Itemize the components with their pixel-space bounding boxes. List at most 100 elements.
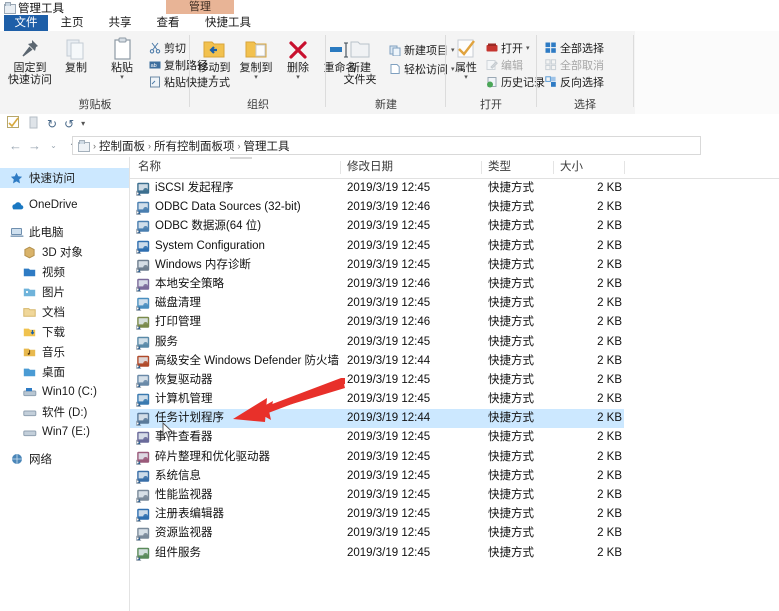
chevron-down-icon[interactable]: ▾ xyxy=(526,44,530,52)
sidebar-item-win7-e[interactable]: Win7 (E:) xyxy=(0,422,129,442)
new-folder-icon[interactable] xyxy=(27,116,40,132)
tab-shortcut-tools[interactable]: 快捷工具 xyxy=(192,15,264,31)
edit-button[interactable]: 编辑 xyxy=(485,57,523,73)
resource-monitor-icon xyxy=(136,526,151,542)
cloud-icon xyxy=(9,198,24,213)
select-all-icon xyxy=(544,42,557,55)
sidebar-item-pictures[interactable]: 图片 xyxy=(0,282,129,302)
copy-to-button[interactable]: 复制到 ▾ xyxy=(236,35,276,93)
sidebar-item-onedrive[interactable]: OneDrive xyxy=(0,195,129,215)
copy-button[interactable]: 复制 xyxy=(52,35,100,93)
sidebar-item-label: 桌面 xyxy=(42,367,65,379)
easy-access-label: 轻松访问 xyxy=(404,64,448,76)
invert-selection-button[interactable]: 反向选择 xyxy=(544,74,604,90)
refresh-icon[interactable]: ↻ xyxy=(47,117,57,131)
tab-home[interactable]: 主页 xyxy=(48,15,96,31)
select-none-button[interactable]: 全部取消 xyxy=(544,57,604,73)
sidebar-item-network[interactable]: 网络 xyxy=(0,449,129,469)
delete-button[interactable]: 删除 ▾ xyxy=(278,35,318,93)
breadcrumb-separator[interactable]: › xyxy=(238,141,241,151)
ribbon-tabstrip: 文件 主页 共享 查看 快捷工具 xyxy=(0,15,779,31)
table-row[interactable]: Windows 内存诊断 2019/3/19 12:45 快捷方式 2 KB xyxy=(130,256,779,275)
chevron-down-icon[interactable]: ▾ xyxy=(464,74,468,81)
sidebar-item-this-pc[interactable]: 此电脑 xyxy=(0,222,129,242)
contextual-tab-manage[interactable]: 管理 xyxy=(166,0,234,14)
breadcrumb-separator[interactable]: › xyxy=(93,141,96,151)
properties-icon[interactable] xyxy=(7,115,20,132)
select-none-label: 全部取消 xyxy=(560,60,604,72)
ribbon-group-organize: 移动到 ▾ 复制到 ▾ 删除 ▾ 重命名 组织 xyxy=(190,31,357,114)
ribbon-group-clipboard: 固定到 快速访问 复制 粘贴 ▾ 剪切 ab 复制路径 粘贴快捷方式 剪贴板 xyxy=(0,31,230,114)
file-type-cell: 快捷方式 xyxy=(488,373,534,386)
column-divider[interactable] xyxy=(624,161,625,174)
sidebar-item-documents[interactable]: 文档 xyxy=(0,302,129,322)
table-row[interactable]: ODBC Data Sources (32-bit) 2019/3/19 12:4… xyxy=(130,198,779,217)
breadcrumb-separator[interactable]: › xyxy=(148,141,151,151)
file-date-cell: 2019/3/19 12:45 xyxy=(347,258,431,271)
column-headers: 名称 修改日期 类型 大小 xyxy=(130,157,779,179)
file-explorer-window: 管理工具 管理 文件 主页 共享 查看 快捷工具 固定到 快速访问 复制 粘贴 … xyxy=(0,0,779,611)
sidebar-item-downloads[interactable]: 下载 xyxy=(0,322,129,342)
paste-button[interactable]: 粘贴 ▾ xyxy=(98,35,146,93)
column-header-size[interactable]: 大小 xyxy=(560,157,583,178)
pin-to-quick-access-button[interactable]: 固定到 快速访问 xyxy=(6,35,54,93)
select-all-button[interactable]: 全部选择 xyxy=(544,40,604,56)
paste-icon xyxy=(111,35,133,61)
file-name-cell: 高级安全 Windows Defender 防火墙 xyxy=(155,354,340,367)
column-header-name[interactable]: 名称 xyxy=(138,157,161,178)
chevron-down-icon[interactable]: ▾ xyxy=(254,74,258,81)
new-folder-icon xyxy=(349,35,371,61)
file-name-cell: 事件查看器 xyxy=(155,431,213,444)
ribbon-group-open: 属性 ▾ 打开 ▾ 编辑 历史记录 打开 xyxy=(445,31,545,114)
back-button[interactable]: ← xyxy=(6,138,25,153)
sidebar-item-win10-c[interactable]: Win10 (C:) xyxy=(0,382,129,402)
file-date-cell: 2019/3/19 12:46 xyxy=(347,201,431,214)
breadcrumb-item-all-items[interactable]: 所有控制面板项 xyxy=(154,138,235,154)
file-name-cell: 注册表编辑器 xyxy=(155,508,224,521)
table-row[interactable]: iSCSI 发起程序 2019/3/19 12:45 快捷方式 2 KB xyxy=(130,179,779,198)
column-header-type[interactable]: 类型 xyxy=(488,157,511,178)
tab-view[interactable]: 查看 xyxy=(144,15,192,31)
properties-button[interactable]: 属性 ▾ xyxy=(449,35,483,93)
open-button[interactable]: 打开 ▾ xyxy=(485,40,530,56)
breadcrumb-item-control-panel[interactable]: 控制面板 xyxy=(99,138,145,154)
recent-locations-button[interactable]: ⌄ xyxy=(44,141,63,150)
tab-share[interactable]: 共享 xyxy=(96,15,144,31)
sidebar-item-desktop[interactable]: 桌面 xyxy=(0,362,129,382)
sidebar-item-3d-objects[interactable]: 3D 对象 xyxy=(0,242,129,262)
column-header-date[interactable]: 修改日期 xyxy=(347,157,393,178)
undo-icon[interactable]: ↺ xyxy=(64,117,74,131)
breadcrumb-bar[interactable]: › 控制面板 › 所有控制面板项 › 管理工具 xyxy=(72,136,701,155)
move-to-button[interactable]: 移动到 ▾ xyxy=(194,35,234,93)
chevron-down-icon[interactable]: ▾ xyxy=(120,74,124,81)
cut-button[interactable]: 剪切 xyxy=(148,40,186,56)
sidebar-item-label: 快速访问 xyxy=(29,173,75,185)
sidebar-item-quick-access[interactable]: 快速访问 xyxy=(0,168,129,188)
sidebar-item-music[interactable]: 音乐 xyxy=(0,342,129,362)
table-row[interactable]: System Configuration 2019/3/19 12:45 快捷方式 2… xyxy=(130,237,779,256)
sidebar-item-software-d[interactable]: 软件 (D:) xyxy=(0,402,129,422)
tab-file[interactable]: 文件 xyxy=(4,15,48,31)
file-date-cell: 2019/3/19 12:45 xyxy=(347,546,431,559)
table-row[interactable]: ODBC 数据源(64 位) 2019/3/19 12:45 快捷方式 2 KB xyxy=(130,217,779,236)
chevron-down-icon[interactable]: ▾ xyxy=(212,74,216,81)
column-divider[interactable] xyxy=(340,161,341,174)
sidebar-item-videos[interactable]: 视频 xyxy=(0,262,129,282)
column-divider[interactable] xyxy=(481,161,482,174)
file-type-cell: 快捷方式 xyxy=(488,239,534,252)
new-folder-button[interactable]: 新建 文件夹 xyxy=(338,35,382,93)
file-date-cell: 2019/3/19 12:45 xyxy=(347,239,431,252)
column-divider[interactable] xyxy=(553,161,554,174)
table-row[interactable]: 磁盘清理 2019/3/19 12:45 快捷方式 2 KB xyxy=(130,294,779,313)
forward-button[interactable]: → xyxy=(25,138,44,153)
file-date-cell: 2019/3/19 12:45 xyxy=(347,393,431,406)
drive-icon xyxy=(22,405,37,420)
component-services-icon xyxy=(136,546,151,561)
breadcrumb-item-admin-tools[interactable]: 管理工具 xyxy=(244,138,290,154)
table-row[interactable]: 本地安全策略 2019/3/19 12:46 快捷方式 2 KB xyxy=(130,275,779,294)
chevron-down-icon[interactable]: ▾ xyxy=(296,74,300,81)
ribbon-group-select-label: 选择 xyxy=(574,99,596,111)
file-type-cell: 快捷方式 xyxy=(488,277,534,290)
file-type-cell: 快捷方式 xyxy=(488,412,534,425)
chevron-down-icon[interactable]: ▾ xyxy=(81,119,85,128)
